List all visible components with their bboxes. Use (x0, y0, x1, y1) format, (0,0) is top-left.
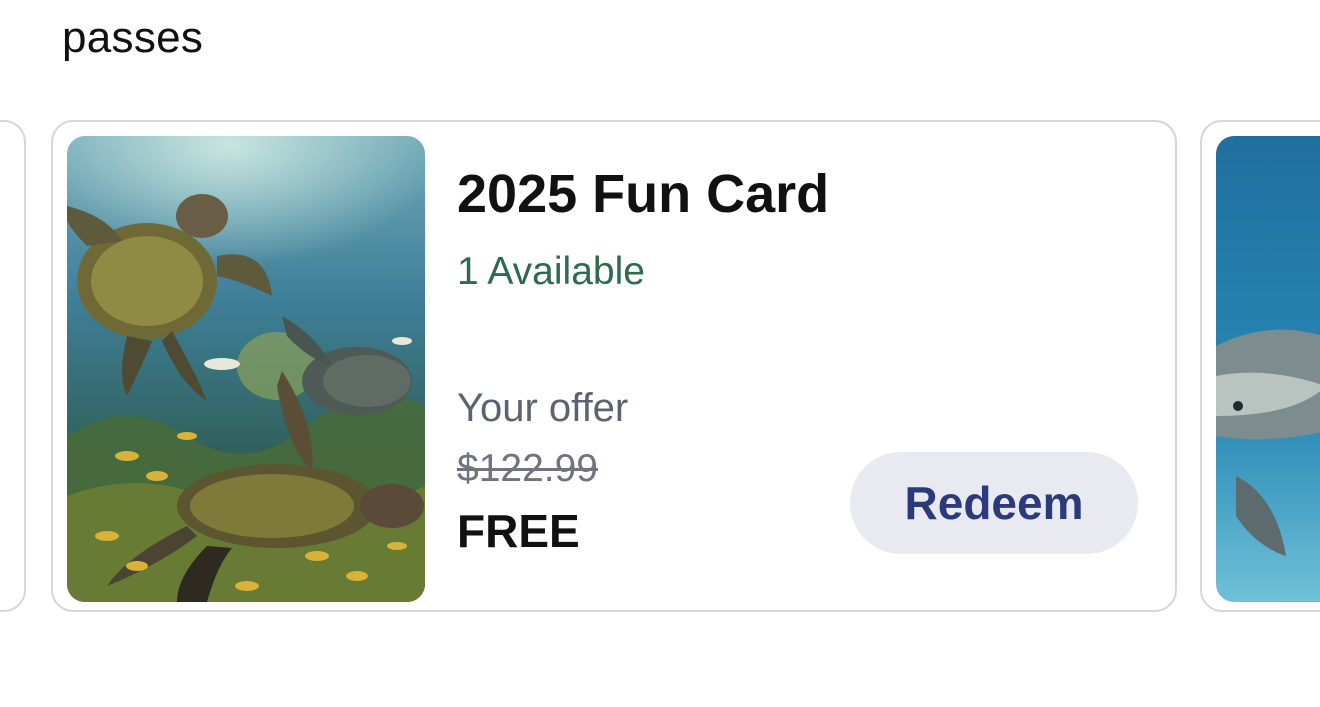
passes-carousel[interactable]: 2025 Fun Card 1 Available Your offer $12… (0, 120, 1320, 616)
pass-card[interactable]: 2025 Fun Card 1 Available Your offer $12… (51, 120, 1177, 612)
sea-turtles-image (67, 136, 425, 602)
dolphin-image (1216, 136, 1320, 602)
original-price: $122.99 (457, 447, 598, 490)
pass-card-next[interactable] (1200, 120, 1320, 612)
card-title: 2025 Fun Card (457, 164, 830, 224)
passes-page: passes 2025 Fun Card 1 Available Your of… (0, 0, 1320, 707)
section-title: passes (62, 13, 204, 62)
pass-card-previous[interactable] (0, 120, 26, 612)
final-price: FREE (457, 505, 580, 557)
availability-label: 1 Available (457, 250, 645, 293)
offer-label: Your offer (457, 386, 629, 430)
redeem-button[interactable]: Redeem (850, 452, 1138, 554)
